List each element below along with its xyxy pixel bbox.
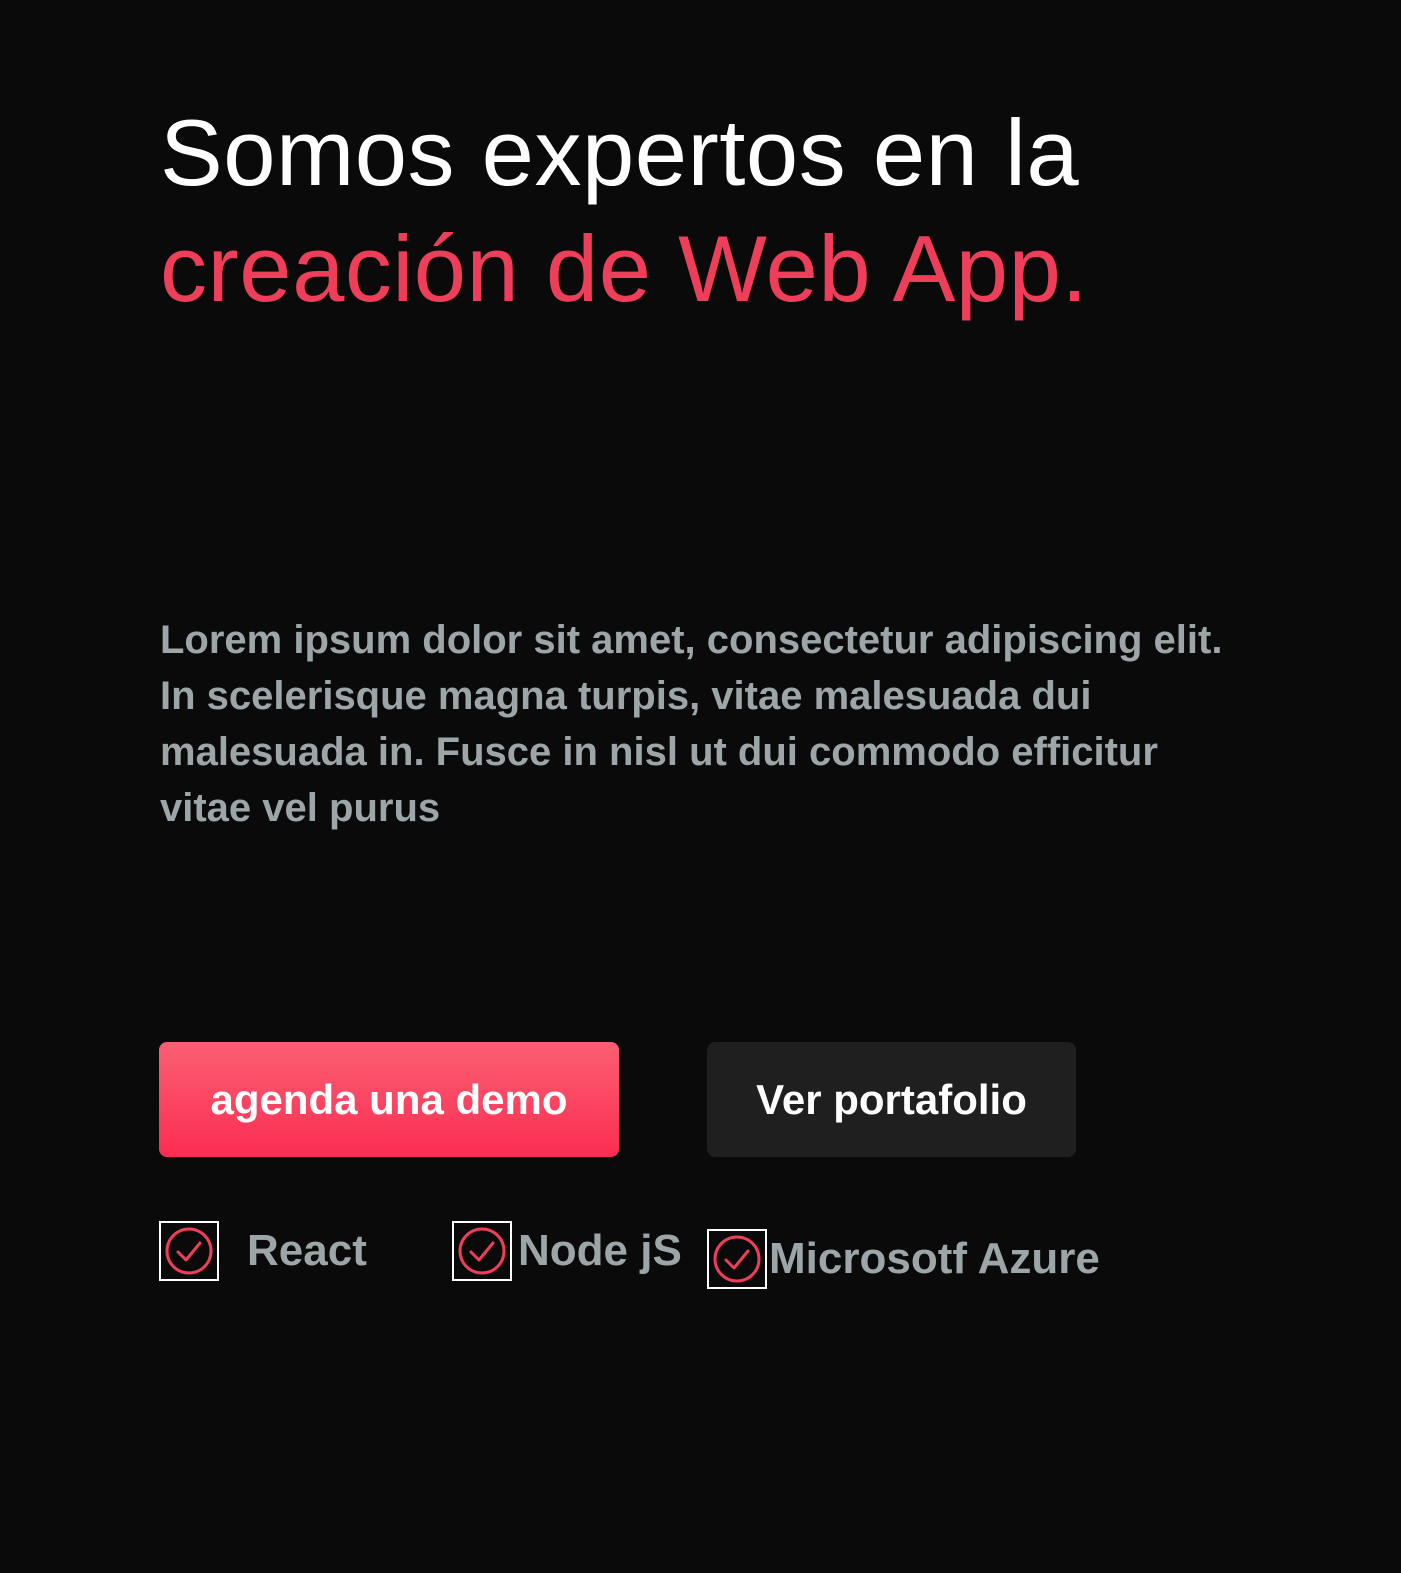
view-portfolio-button[interactable]: Ver portafolio <box>707 1042 1076 1157</box>
tech-label: Node jS <box>518 1226 682 1275</box>
check-circle-icon <box>452 1221 512 1281</box>
headline-line-2: creación de Web App. <box>160 216 1088 321</box>
tech-item-react: React <box>159 1221 367 1281</box>
headline-line-1: Somos expertos en la <box>160 100 1080 205</box>
tech-label: Microsotf Azure <box>769 1234 1100 1283</box>
tech-item-azure: Microsotf Azure <box>707 1229 1100 1289</box>
hero-headline: Somos expertos en la creación de Web App… <box>160 95 1088 327</box>
check-circle-icon <box>159 1221 219 1281</box>
tech-item-node: Node jS <box>452 1221 682 1281</box>
hero-description: Lorem ipsum dolor sit amet, consectetur … <box>160 618 1223 830</box>
hero-section: Somos expertos en la creación de Web App… <box>0 0 1401 1573</box>
tech-label: React <box>247 1226 367 1275</box>
schedule-demo-button[interactable]: agenda una demo <box>159 1042 619 1157</box>
check-circle-icon <box>707 1229 767 1289</box>
